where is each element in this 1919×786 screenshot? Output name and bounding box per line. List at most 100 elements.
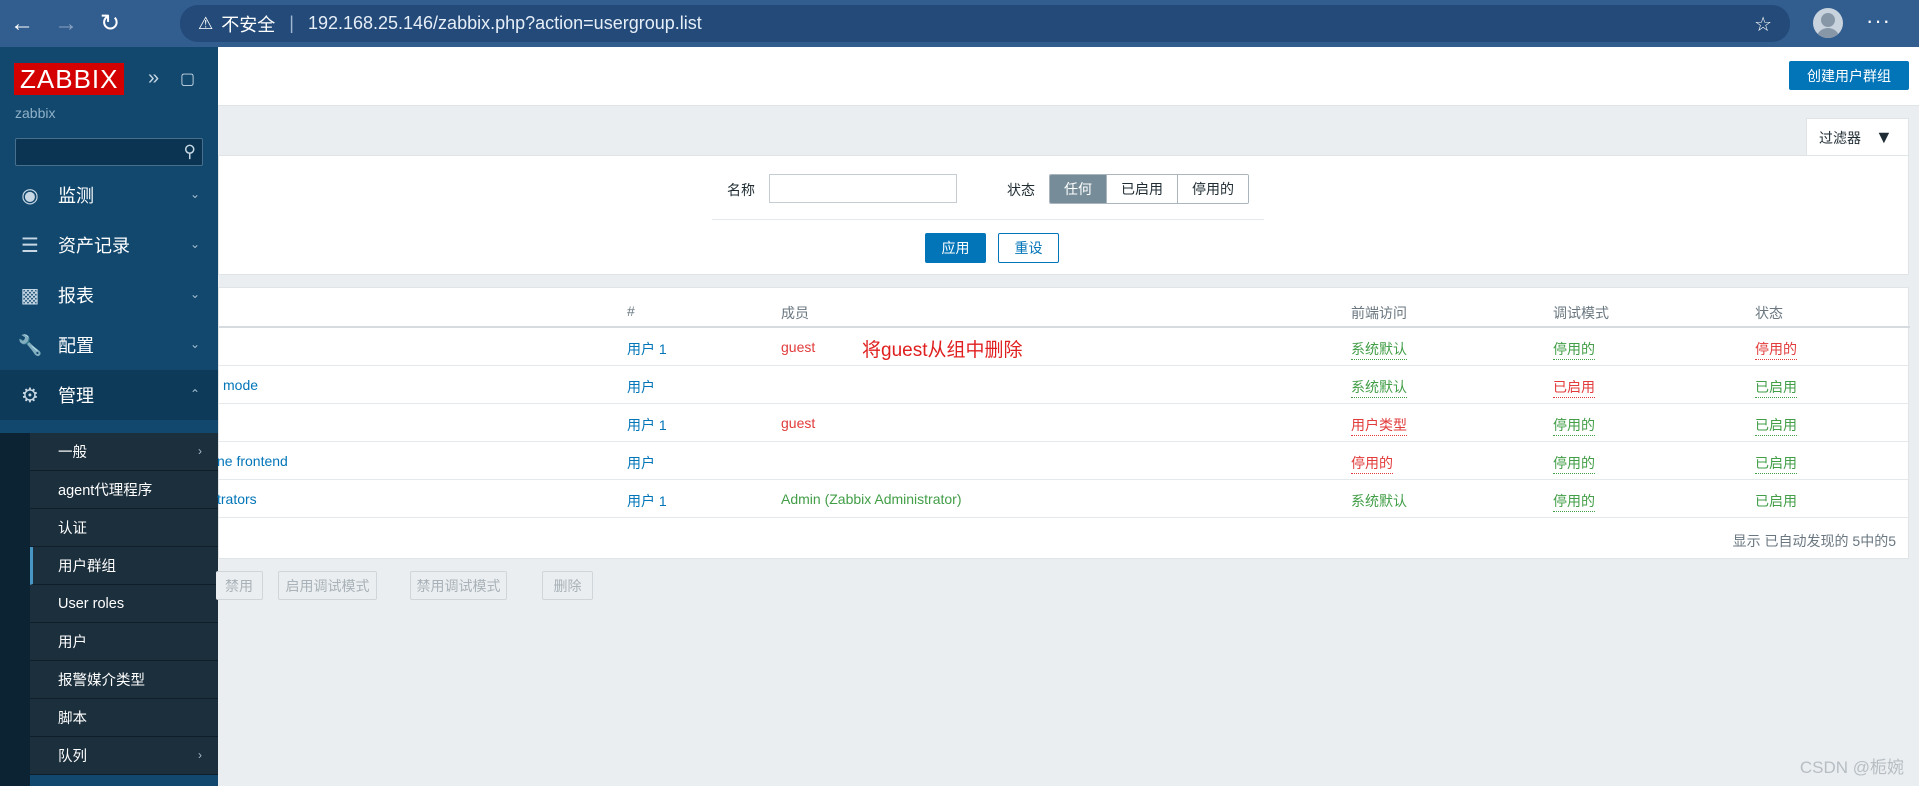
status-toggle[interactable]: 停用的 — [1755, 339, 1797, 360]
column-header-members: 成员 — [781, 305, 809, 321]
submenu-scripts[interactable]: 脚本 — [30, 699, 218, 737]
status-toggle[interactable]: 已启用 — [1755, 491, 1797, 511]
status-option-enabled[interactable]: 已启用 — [1107, 175, 1178, 203]
menu-monitoring[interactable]: ◉ 监测 ⌄ — [0, 170, 218, 220]
status-segmented-control: 任何 已启用 停用的 — [1049, 174, 1249, 204]
submenu-label: agent代理程序 — [58, 483, 153, 499]
debug-mode-toggle[interactable]: 停用的 — [1553, 453, 1595, 474]
server-name: zabbix — [15, 105, 56, 121]
submenu-general[interactable]: 一般 › — [30, 433, 218, 471]
arrow-right-icon: → — [54, 9, 78, 37]
eye-icon: ◉ — [21, 184, 39, 207]
menu-configuration[interactable]: 🔧 配置 ⌄ — [0, 320, 218, 370]
name-label: 名称 — [727, 182, 755, 198]
frontend-access-toggle[interactable]: 停用的 — [1351, 453, 1393, 474]
list-icon: ☰ — [21, 234, 39, 257]
status-toggle[interactable]: 已启用 — [1755, 415, 1797, 436]
column-header-status[interactable]: 状态 — [1755, 303, 1783, 323]
status-option-disabled[interactable]: 停用的 — [1178, 175, 1248, 203]
status-option-any[interactable]: 任何 — [1050, 175, 1107, 203]
frontend-access-toggle[interactable]: 系统默认 — [1351, 339, 1407, 360]
chevron-right-icon: › — [198, 444, 202, 458]
security-label: 不安全 — [221, 14, 276, 35]
status-label: 状态 — [1007, 182, 1035, 198]
group-name-link[interactable]: ne frontend — [217, 453, 288, 469]
submenu-label: 报警媒介类型 — [58, 673, 145, 689]
gear-icon: ⚙ — [21, 384, 39, 407]
debug-mode-toggle[interactable]: 停用的 — [1553, 491, 1595, 512]
user-count-link[interactable]: 用户 — [627, 453, 655, 473]
user-count-link[interactable]: 用户 1 — [627, 339, 667, 359]
sidebar-search-input[interactable]: ⚲ — [15, 138, 203, 166]
kiosk-mode-icon[interactable]: ▢ — [180, 69, 195, 89]
warning-icon: ⚠ — [198, 13, 214, 33]
status-toggle[interactable]: 已启用 — [1755, 377, 1797, 398]
submenu-media-types[interactable]: 报警媒介类型 — [30, 661, 218, 699]
reload-button[interactable]: ↻ — [88, 0, 132, 47]
disable-debug-button[interactable]: 禁用调试模式 — [410, 571, 507, 600]
submenu-user-groups[interactable]: 用户群组 — [30, 547, 218, 585]
zabbix-logo[interactable]: ZABBIX — [14, 63, 125, 95]
group-name-link[interactable]: trators — [217, 491, 257, 507]
wrench-icon: 🔧 — [17, 334, 43, 357]
submenu-authentication[interactable]: 认证 — [30, 509, 218, 547]
back-button[interactable]: ← — [0, 0, 44, 47]
funnel-icon: ▼ — [1875, 127, 1893, 147]
debug-mode-toggle[interactable]: 已启用 — [1553, 377, 1595, 398]
chevron-right-icon: › — [198, 748, 202, 762]
user-count-link[interactable]: 用户 — [627, 377, 655, 397]
frontend-access-toggle[interactable]: 系统默认 — [1351, 377, 1407, 398]
user-count-link[interactable]: 用户 1 — [627, 491, 667, 511]
column-header-debug[interactable]: 调试模式 — [1553, 303, 1609, 323]
forward-button[interactable]: → — [44, 0, 88, 47]
create-user-group-button[interactable]: 创建用户群组 — [1789, 61, 1909, 90]
submenu-proxies[interactable]: agent代理程序 — [30, 471, 218, 509]
table-row: mode 用户 系统默认 已启用 已启用 — [219, 366, 1910, 404]
menu-inventory[interactable]: ☰ 资产记录 ⌄ — [0, 220, 218, 270]
submenu-user-roles[interactable]: User roles — [30, 585, 218, 623]
main-content: 创建用户群组 过滤器 ▼ 名称 状态 任何 已启用 停用的 应用 重设 # 成员… — [216, 47, 1919, 786]
annotation-text: 将guest从组中删除 — [862, 340, 1023, 361]
enable-debug-button[interactable]: 启用调试模式 — [278, 571, 377, 600]
search-icon[interactable]: ⚲ — [184, 142, 196, 162]
reset-button[interactable]: 重设 — [998, 233, 1059, 263]
frontend-access-toggle[interactable]: 用户类型 — [1351, 415, 1407, 436]
group-name-link[interactable]: mode — [223, 377, 258, 393]
submenu-users[interactable]: 用户 — [30, 623, 218, 661]
name-input[interactable] — [769, 174, 957, 203]
menu-reports[interactable]: ▩ 报表 ⌄ — [0, 270, 218, 320]
address-separator: | — [289, 13, 294, 33]
user-count-link[interactable]: 用户 1 — [627, 415, 667, 435]
submenu-label: User roles — [58, 595, 125, 612]
apply-button[interactable]: 应用 — [925, 233, 986, 263]
favorite-star-icon[interactable]: ☆ — [1754, 12, 1772, 37]
menu-label: 报表 — [58, 286, 94, 306]
member-link[interactable]: Admin (Zabbix Administrator) — [781, 491, 962, 507]
member-link[interactable]: guest — [781, 339, 815, 355]
profile-avatar[interactable] — [1813, 8, 1843, 38]
menu-administration[interactable]: ⚙ 管理 ⌃ — [0, 370, 218, 420]
chevron-down-icon: ⌄ — [189, 337, 200, 351]
submenu-queue[interactable]: 队列 › — [30, 737, 218, 775]
address-bar[interactable]: ⚠ 不安全 | 192.168.25.146/zabbix.php?action… — [180, 5, 1790, 42]
submenu-label: 用户 — [58, 635, 87, 651]
more-menu-icon[interactable]: ··· — [1866, 8, 1891, 34]
frontend-access-toggle[interactable]: 系统默认 — [1351, 491, 1407, 511]
member-link[interactable]: guest — [781, 415, 815, 431]
watermark: CSDN @栀婉 — [1799, 758, 1904, 777]
submenu-label: 脚本 — [58, 711, 87, 727]
column-header-frontend[interactable]: 前端访问 — [1351, 303, 1407, 323]
filter-tab[interactable]: 过滤器 ▼ — [1806, 118, 1909, 156]
chevron-down-icon: ⌄ — [189, 287, 200, 301]
status-toggle[interactable]: 已启用 — [1755, 453, 1797, 474]
table-row: 用户 1 guest 用户类型 停用的 已启用 — [219, 404, 1910, 442]
collapse-sidebar-icon[interactable]: » — [148, 67, 159, 90]
delete-button[interactable]: 删除 — [542, 571, 593, 600]
menu-label: 配置 — [58, 336, 94, 356]
column-header-count: # — [627, 303, 635, 319]
debug-mode-toggle[interactable]: 停用的 — [1553, 415, 1595, 436]
debug-mode-toggle[interactable]: 停用的 — [1553, 339, 1595, 360]
chevron-down-icon: ⌄ — [189, 237, 200, 251]
disable-button[interactable]: 禁用 — [216, 571, 263, 600]
chevron-up-icon: ⌃ — [189, 387, 200, 401]
